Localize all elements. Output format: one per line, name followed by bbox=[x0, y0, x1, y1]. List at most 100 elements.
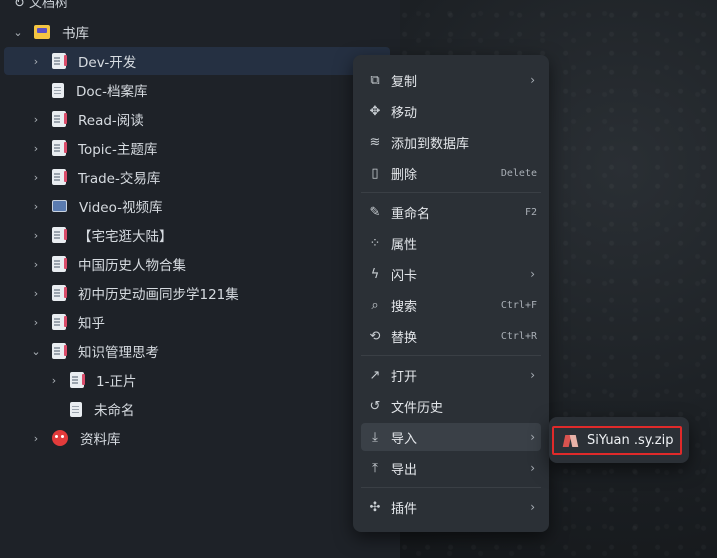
chevron-right-icon: › bbox=[530, 73, 535, 87]
trash-icon: ▯ bbox=[371, 165, 379, 181]
chevron-right-icon[interactable]: › bbox=[28, 256, 44, 272]
menu-item-export[interactable]: ⤒ 导出 › bbox=[361, 454, 541, 482]
lightning-icon: ϟ bbox=[370, 266, 380, 282]
document-tree-panel: ↻ 文档树 ⌄ 书库 › Dev-开发 Doc-档案库 › Read-阅读 › … bbox=[0, 0, 400, 558]
tree-item-label: 中国历史人物合集 bbox=[78, 258, 186, 274]
database-icon: ≋ bbox=[369, 134, 381, 150]
history-icon: ↺ bbox=[369, 398, 381, 414]
chevron-right-icon: › bbox=[530, 430, 535, 444]
tree-item-history-figures[interactable]: › 中国历史人物合集 bbox=[0, 250, 390, 278]
submenu-item-siyuan-sy-zip[interactable]: SiYuan .sy.zip bbox=[552, 426, 682, 455]
tree-item-label: 【宅宅逛大陆】 bbox=[78, 229, 173, 245]
chevron-down-icon[interactable]: ⌄ bbox=[10, 24, 26, 40]
document-icon bbox=[52, 314, 67, 330]
chevron-right-icon: › bbox=[530, 368, 535, 382]
chevron-right-icon[interactable]: › bbox=[28, 314, 44, 330]
tree-item-video[interactable]: › Video-视频库 bbox=[0, 192, 390, 220]
menu-item-plugins[interactable]: ✣ 插件 › bbox=[361, 493, 541, 521]
menu-item-copy[interactable]: ⧉ 复制 › bbox=[361, 66, 541, 94]
panel-title-partial: ↻ 文档树 bbox=[14, 0, 69, 11]
menu-item-move[interactable]: ✥ 移动 bbox=[361, 97, 541, 125]
shortcut-label: Ctrl+F bbox=[500, 299, 537, 311]
move-icon: ✥ bbox=[369, 103, 381, 119]
menu-item-search[interactable]: ⌕ 搜索 Ctrl+F bbox=[361, 291, 541, 319]
tree-item-dev[interactable]: › Dev-开发 bbox=[4, 47, 390, 75]
tree-item-km[interactable]: ⌄ 知识管理思考 bbox=[0, 337, 390, 365]
siyuan-logo-icon bbox=[564, 435, 578, 447]
menu-item-file-history[interactable]: ↺ 文件历史 bbox=[361, 392, 541, 420]
menu-separator bbox=[361, 487, 541, 488]
puzzle-icon: ✣ bbox=[369, 499, 381, 515]
open-arrow-icon: ↗ bbox=[369, 367, 381, 383]
chevron-right-icon[interactable]: › bbox=[28, 198, 44, 214]
attributes-icon: ⁘ bbox=[369, 235, 381, 251]
angry-face-icon bbox=[52, 430, 68, 446]
chevron-down-icon[interactable]: ⌄ bbox=[28, 343, 44, 359]
tree-item-label: Dev-开发 bbox=[78, 55, 137, 71]
upload-icon: ⤒ bbox=[372, 460, 378, 476]
tree-item-label: Doc-档案库 bbox=[76, 84, 148, 100]
notebook-icon bbox=[34, 25, 50, 39]
tree-item-label: 资料库 bbox=[80, 432, 121, 448]
chevron-right-icon[interactable]: › bbox=[28, 169, 44, 185]
chevron-right-icon: › bbox=[530, 461, 535, 475]
tree-item-label: Trade-交易库 bbox=[78, 171, 161, 187]
chevron-right-icon[interactable]: › bbox=[28, 430, 44, 446]
document-icon bbox=[52, 111, 67, 127]
chevron-right-icon[interactable]: › bbox=[28, 227, 44, 243]
notebook-label: 书库 bbox=[62, 26, 89, 42]
tv-icon bbox=[52, 200, 67, 212]
tree-item-label: 初中历史动画同步学121集 bbox=[78, 287, 239, 303]
menu-item-attributes[interactable]: ⁘ 属性 bbox=[361, 229, 541, 257]
menu-separator bbox=[361, 192, 541, 193]
tree-item-zhihu[interactable]: › 知乎 bbox=[0, 308, 390, 336]
chevron-right-icon[interactable]: › bbox=[46, 372, 62, 388]
chevron-right-icon[interactable]: › bbox=[28, 111, 44, 127]
tree-item-label: 未命名 bbox=[94, 403, 135, 419]
tree-item-zhengpian[interactable]: › 1-正片 bbox=[0, 366, 390, 394]
context-menu: ⧉ 复制 › ✥ 移动 ≋ 添加到数据库 ▯ 删除 Delete ✎ 重命名 F… bbox=[353, 55, 549, 532]
menu-item-open[interactable]: ↗ 打开 › bbox=[361, 361, 541, 389]
document-icon bbox=[52, 227, 67, 243]
tree-item-history-anim[interactable]: › 初中历史动画同步学121集 bbox=[0, 279, 390, 307]
shortcut-label: Delete bbox=[500, 167, 537, 179]
chevron-right-icon: › bbox=[530, 267, 535, 281]
menu-item-add-to-database[interactable]: ≋ 添加到数据库 bbox=[361, 128, 541, 156]
menu-item-import[interactable]: ⤓ 导入 › bbox=[361, 423, 541, 451]
tree-item-label: Video-视频库 bbox=[79, 200, 163, 216]
document-icon bbox=[52, 169, 67, 185]
tree-item-zhaizhai[interactable]: › 【宅宅逛大陆】 bbox=[0, 221, 390, 249]
chevron-right-icon[interactable]: › bbox=[28, 53, 44, 69]
chevron-right-icon[interactable]: › bbox=[28, 285, 44, 301]
chevron-right-icon[interactable]: › bbox=[28, 140, 44, 156]
tree-item-ziliao[interactable]: › 资料库 bbox=[0, 424, 390, 452]
document-icon bbox=[52, 82, 64, 98]
import-submenu: SiYuan .sy.zip bbox=[549, 417, 689, 463]
shortcut-label: Ctrl+R bbox=[500, 330, 537, 342]
menu-item-replace[interactable]: ⟲ 替换 Ctrl+R bbox=[361, 322, 541, 350]
tree-item-label: 知识管理思考 bbox=[78, 345, 159, 361]
chevron-right-icon: › bbox=[530, 500, 535, 514]
notebook-row[interactable]: ⌄ 书库 bbox=[0, 18, 390, 46]
replace-icon: ⟲ bbox=[369, 328, 381, 344]
document-icon bbox=[70, 372, 85, 388]
copy-icon: ⧉ bbox=[370, 72, 380, 88]
document-icon bbox=[52, 343, 67, 359]
document-icon bbox=[52, 140, 67, 156]
pencil-icon: ✎ bbox=[369, 204, 381, 220]
menu-item-flashcard[interactable]: ϟ 闪卡 › bbox=[361, 260, 541, 288]
menu-item-delete[interactable]: ▯ 删除 Delete bbox=[361, 159, 541, 187]
tree-item-label: 知乎 bbox=[78, 316, 105, 332]
search-icon: ⌕ bbox=[371, 297, 379, 313]
menu-item-rename[interactable]: ✎ 重命名 F2 bbox=[361, 198, 541, 226]
tree-item-untitled[interactable]: 未命名 bbox=[0, 395, 390, 423]
tree-item-label: Topic-主题库 bbox=[78, 142, 158, 158]
shortcut-label: F2 bbox=[524, 206, 537, 218]
tree-item-topic[interactable]: › Topic-主题库 bbox=[0, 134, 390, 162]
document-icon bbox=[52, 256, 67, 272]
tree-item-doc[interactable]: Doc-档案库 bbox=[0, 76, 390, 104]
tree-item-read[interactable]: › Read-阅读 bbox=[0, 105, 390, 133]
menu-separator bbox=[361, 355, 541, 356]
tree-item-label: 1-正片 bbox=[96, 374, 137, 390]
tree-item-trade[interactable]: › Trade-交易库 bbox=[0, 163, 390, 191]
